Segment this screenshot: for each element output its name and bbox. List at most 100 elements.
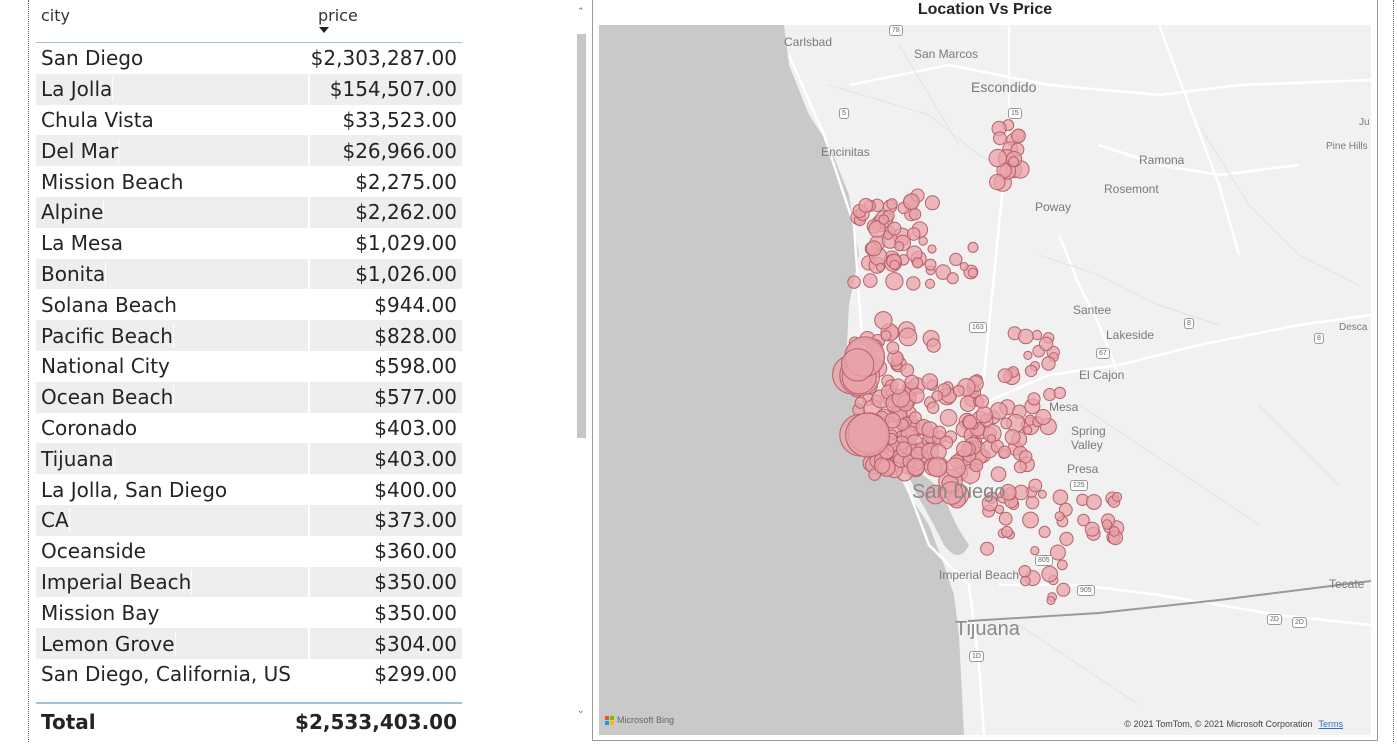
price-bubble[interactable] [1059, 531, 1074, 547]
bubble-map[interactable]: Carlsbad San Marcos Escondido Encinitas … [599, 25, 1371, 735]
price-bubble[interactable] [1030, 546, 1040, 556]
table-row[interactable]: Pacific Beach $828.00 [36, 320, 462, 351]
price-bubble[interactable] [896, 441, 912, 458]
price-bubble[interactable] [887, 221, 902, 236]
price-bubble[interactable] [885, 272, 904, 291]
price-bubble[interactable] [927, 244, 937, 254]
table-row[interactable]: Lemon Grove $304.00 [36, 628, 462, 659]
table-row[interactable]: Chula Vista $33,523.00 [36, 105, 462, 136]
price-bubble[interactable] [946, 272, 959, 285]
table-row[interactable]: Bonita $1,026.00 [36, 258, 462, 290]
price-bubble[interactable] [932, 425, 947, 440]
price-bubble[interactable] [1046, 596, 1056, 605]
price-bubble[interactable] [924, 258, 937, 271]
price-bubble[interactable] [906, 457, 925, 476]
price-bubble[interactable] [1023, 425, 1033, 435]
table-scrollbar[interactable]: ⌃ ⌄ [576, 4, 587, 722]
price-bubble[interactable] [1004, 429, 1021, 445]
price-bubble[interactable] [847, 275, 861, 289]
scroll-thumb[interactable] [577, 34, 586, 438]
price-bubble[interactable] [1027, 392, 1041, 406]
price-bubble[interactable] [1054, 511, 1065, 522]
price-bubble[interactable] [858, 198, 874, 213]
table-row[interactable]: Del Mar $26,966.00 [36, 135, 462, 167]
price-bubble[interactable] [875, 262, 885, 272]
price-bubble[interactable] [1000, 417, 1013, 430]
price-bubble[interactable] [998, 445, 1012, 459]
price-bubble[interactable] [1013, 460, 1027, 474]
price-bubble[interactable] [845, 412, 891, 458]
price-bubble[interactable] [988, 148, 1007, 168]
table-row[interactable]: San Diego $2,303,287.00 [36, 43, 462, 74]
table-row[interactable]: Tijuana $403.00 [36, 443, 462, 475]
price-bubble[interactable] [1018, 565, 1032, 578]
price-bubble[interactable] [1023, 350, 1033, 360]
scroll-up-arrow-icon[interactable]: ⌃ [577, 7, 585, 17]
price-bubble[interactable] [894, 241, 905, 252]
scroll-down-arrow-icon[interactable]: ⌄ [577, 706, 585, 716]
price-bubble[interactable] [1109, 526, 1120, 537]
price-bubble[interactable] [1022, 511, 1039, 529]
price-bubble[interactable] [863, 273, 878, 288]
table-row[interactable]: La Mesa $1,029.00 [36, 228, 462, 259]
price-bubble[interactable] [1056, 559, 1068, 571]
price-bubble[interactable] [1052, 489, 1069, 506]
price-bubble[interactable] [874, 457, 891, 474]
price-bubble[interactable] [921, 373, 939, 390]
price-bubble[interactable] [1001, 525, 1013, 538]
price-bubble[interactable] [959, 262, 969, 271]
price-bubble[interactable] [1056, 582, 1071, 597]
price-bubble[interactable] [874, 311, 893, 330]
price-bubble[interactable] [993, 131, 1007, 146]
price-bubble[interactable] [962, 414, 978, 430]
price-bubble[interactable] [886, 198, 898, 210]
price-bubble[interactable] [1086, 494, 1102, 510]
price-bubble[interactable] [997, 368, 1013, 384]
price-bubble[interactable] [903, 193, 920, 210]
price-bubble[interactable] [989, 173, 1006, 191]
price-bubble[interactable] [924, 278, 936, 289]
price-bubble[interactable] [841, 348, 875, 382]
price-bubble[interactable] [898, 327, 918, 347]
price-bubble[interactable] [939, 409, 958, 427]
price-bubble[interactable] [1031, 329, 1043, 341]
price-bubble[interactable] [1008, 156, 1020, 168]
price-bubble[interactable] [1011, 128, 1026, 144]
table-row[interactable]: Mission Beach $2,275.00 [36, 166, 462, 197]
column-header-city[interactable]: city [41, 6, 70, 25]
price-bubble[interactable] [926, 401, 940, 415]
terms-link[interactable]: Terms [1319, 719, 1344, 729]
price-bubble[interactable] [1084, 521, 1100, 537]
table-row[interactable]: Coronado $403.00 [36, 413, 462, 444]
price-bubble[interactable] [924, 195, 940, 211]
price-bubble[interactable] [1038, 336, 1054, 351]
price-bubble[interactable] [975, 406, 993, 424]
table-row[interactable]: Ocean Beach $577.00 [36, 381, 462, 413]
table-row[interactable]: San Diego, California, US $299.00 [36, 659, 462, 690]
price-bubble[interactable] [886, 341, 900, 355]
price-bubble[interactable] [959, 395, 977, 412]
price-bubble[interactable] [1020, 575, 1031, 587]
price-bubble[interactable] [980, 541, 995, 556]
price-bubble[interactable] [918, 236, 928, 246]
price-bubble[interactable] [1018, 328, 1034, 345]
table-row[interactable]: La Jolla, San Diego $400.00 [36, 474, 462, 505]
price-bubble[interactable] [990, 466, 1007, 483]
price-bubble[interactable] [865, 240, 882, 257]
table-row[interactable]: Oceanside $360.00 [36, 536, 462, 567]
price-bubble[interactable] [912, 257, 924, 269]
price-bubble[interactable] [1053, 386, 1066, 400]
price-bubble[interactable] [927, 457, 948, 478]
price-bubble[interactable] [1038, 525, 1051, 538]
price-bubble[interactable] [1101, 519, 1113, 530]
table-row[interactable]: Alpine $2,262.00 [36, 196, 462, 228]
price-bubble[interactable] [880, 330, 892, 342]
price-bubble[interactable] [1028, 478, 1043, 493]
price-bubble[interactable] [878, 214, 890, 225]
sort-descending-icon[interactable] [319, 27, 329, 33]
column-header-price[interactable]: price [318, 6, 358, 25]
price-bubble[interactable] [1024, 364, 1038, 378]
price-bubble[interactable] [908, 387, 925, 404]
price-bubble[interactable] [890, 378, 906, 395]
price-bubble[interactable] [967, 267, 978, 278]
